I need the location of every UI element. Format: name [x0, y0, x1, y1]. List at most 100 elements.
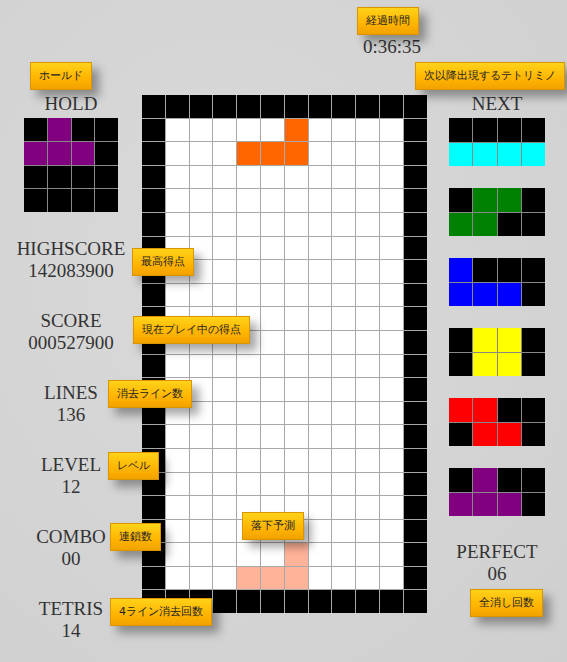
board-cell: [332, 237, 355, 260]
piece-cell: [473, 468, 496, 492]
next-title: NEXT: [472, 93, 523, 115]
board-cell: [285, 355, 308, 378]
empty-cell: [498, 468, 521, 492]
annotation-label: レベル: [108, 452, 159, 480]
board-cell: [213, 213, 236, 236]
board-cell: [213, 237, 236, 260]
board-cell: [309, 166, 332, 189]
wall-cell: [404, 166, 427, 189]
board-cell: [261, 378, 284, 401]
next-piece-box: [449, 118, 545, 166]
board-cell: [309, 496, 332, 519]
board-cell: [237, 543, 260, 566]
board-cell: [309, 213, 332, 236]
wall-cell: [404, 189, 427, 212]
board-cell: [332, 496, 355, 519]
board-cell: [285, 307, 308, 330]
board-cell: [380, 378, 403, 401]
wall-cell: [380, 95, 403, 118]
wall-cell: [404, 237, 427, 260]
empty-cell: [522, 188, 545, 212]
wall-cell: [356, 590, 379, 613]
board-cell: [380, 189, 403, 212]
stat-label: SCORE: [40, 310, 101, 332]
wall-cell: [404, 307, 427, 330]
empty-cell: [522, 328, 545, 352]
board-cell: [213, 355, 236, 378]
piece-cell: [498, 493, 521, 517]
board-cell: [285, 331, 308, 354]
board-cell: [237, 355, 260, 378]
stat-value: 12: [62, 476, 81, 498]
board-cell: [309, 567, 332, 590]
wall-cell: [142, 496, 165, 519]
empty-cell: [473, 118, 496, 142]
board-cell: [380, 355, 403, 378]
board-cell: [237, 119, 260, 142]
board-cell: [190, 142, 213, 165]
ghost-piece-cell: [285, 543, 308, 566]
board-cell: [356, 307, 379, 330]
wall-cell: [404, 496, 427, 519]
stat-value: 142083900: [28, 260, 114, 282]
annotation-label: 4ライン消去回数: [110, 598, 212, 626]
stat-value: 000527900: [28, 332, 114, 354]
piece-cell: [449, 283, 472, 307]
board-cell: [190, 213, 213, 236]
piece-cell: [498, 143, 521, 167]
empty-cell: [473, 258, 496, 282]
board-cell: [356, 284, 379, 307]
board-cell: [213, 425, 236, 448]
board-cell: [285, 425, 308, 448]
board-cell: [309, 237, 332, 260]
board-cell: [190, 520, 213, 543]
board[interactable]: 落下予測: [142, 95, 427, 613]
board-cell: [190, 166, 213, 189]
board-cell: [285, 166, 308, 189]
board-cell: [237, 402, 260, 425]
board-cell: [261, 119, 284, 142]
next-piece-box: [449, 188, 545, 236]
empty-cell: [498, 398, 521, 422]
stat-label: LEVEL: [41, 454, 101, 476]
board-cell: [213, 496, 236, 519]
board-cell: [190, 119, 213, 142]
board-cell: [332, 284, 355, 307]
piece-cell: [473, 328, 496, 352]
piece-cell: [498, 328, 521, 352]
board-cell: [261, 284, 284, 307]
board-cell: [166, 496, 189, 519]
piece-cell: [473, 213, 496, 237]
board-cell: [356, 142, 379, 165]
wall-cell: [261, 590, 284, 613]
falling-piece-cell: [285, 119, 308, 142]
piece-cell: [473, 398, 496, 422]
empty-cell: [522, 353, 545, 377]
board-cell: [309, 378, 332, 401]
board-cell: [332, 378, 355, 401]
empty-cell: [95, 166, 118, 189]
stat-label: HIGHSCORE: [17, 238, 126, 260]
board-cell: [309, 331, 332, 354]
board-cell: [166, 567, 189, 590]
piece-cell: [473, 423, 496, 447]
empty-cell: [449, 423, 472, 447]
wall-cell: [380, 590, 403, 613]
empty-cell: [72, 189, 95, 212]
piece-cell: [449, 258, 472, 282]
empty-cell: [72, 118, 95, 141]
board-cell: [190, 402, 213, 425]
piece-cell: [473, 143, 496, 167]
empty-cell: [24, 166, 47, 189]
piece-cell: [449, 143, 472, 167]
piece-cell: [473, 353, 496, 377]
board-cell: [190, 543, 213, 566]
board-cell: [380, 213, 403, 236]
wall-cell: [309, 95, 332, 118]
piece-cell: [72, 142, 95, 165]
board-cell: [237, 166, 260, 189]
board-cell: [285, 449, 308, 472]
wall-cell: [332, 590, 355, 613]
wall-cell: [190, 95, 213, 118]
right-panel: 次以降出現するテトリミノNEXTPERFECT06全消し回数: [427, 0, 567, 662]
